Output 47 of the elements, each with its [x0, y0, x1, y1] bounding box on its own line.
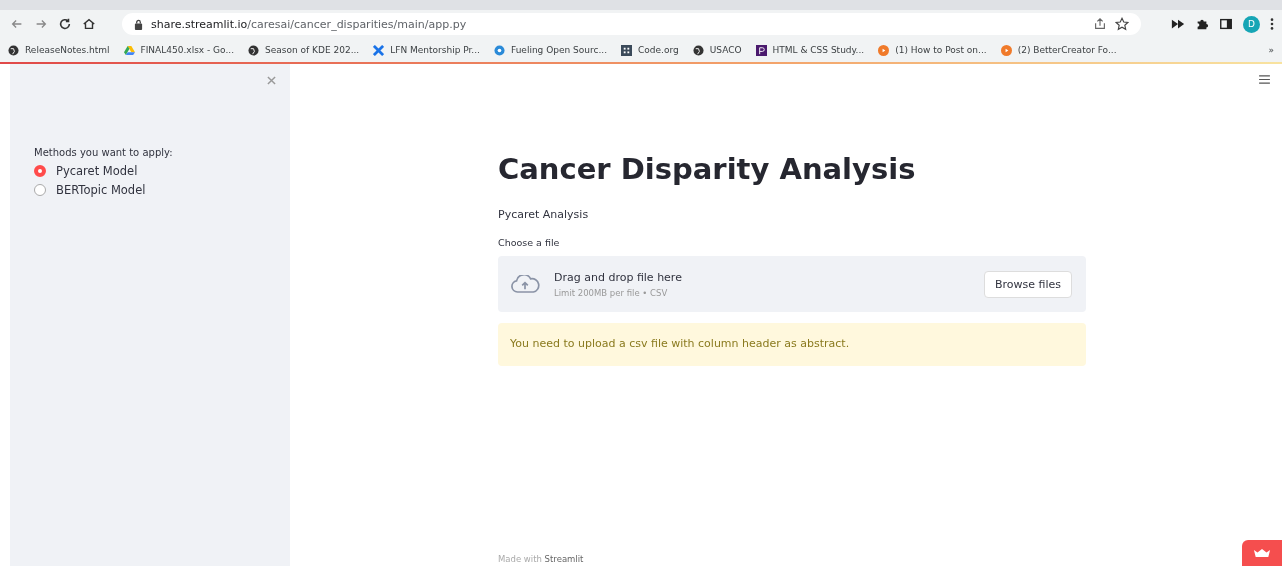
crown-icon: [1253, 547, 1271, 559]
bookmark[interactable]: Code.org: [621, 44, 679, 56]
warning-alert: You need to upload a csv file with column header as abstract.: [498, 323, 1086, 366]
letter-logo-icon: [755, 44, 767, 56]
file-limit-text: Limit 200MB per file • CSV: [554, 287, 669, 298]
uploader-label: Choose a file: [498, 237, 561, 248]
menu-icon[interactable]: [1259, 75, 1270, 84]
bookmark[interactable]: LFN Mentorship Pr...: [373, 44, 480, 56]
bookmark[interactable]: HTML & CSS Study...: [755, 44, 865, 56]
more-bookmarks[interactable]: »: [1268, 45, 1274, 55]
close-icon[interactable]: [267, 76, 276, 85]
circle-logo-icon: [493, 44, 505, 56]
radio-option[interactable]: BERTopic Model: [34, 183, 266, 196]
triangle-logo-icon: [123, 44, 135, 56]
bookmark[interactable]: Season of KDE 202...: [248, 44, 360, 56]
back-icon[interactable]: [10, 17, 24, 31]
puzzle-icon[interactable]: [1195, 17, 1209, 31]
side-panel-icon[interactable]: [1219, 17, 1233, 31]
radio-option[interactable]: Pycaret Model: [34, 164, 266, 177]
star-icon[interactable]: [1115, 17, 1129, 31]
file-dropzone[interactable]: Drag and drop file here Limit 200MB per file • CSV Browse files: [498, 256, 1086, 312]
bookmark[interactable]: ReleaseNotes.html: [8, 44, 110, 56]
drop-instruction: Drag and drop file here: [554, 270, 682, 284]
footer-text: Made with Streamlit: [498, 554, 584, 564]
upload-cloud-icon: [510, 274, 540, 294]
play-icon: [878, 44, 890, 56]
grid-logo-icon: [621, 44, 632, 56]
home-icon[interactable]: [82, 17, 96, 31]
streamlit-badge[interactable]: [1242, 540, 1282, 566]
play-icon: [1000, 44, 1012, 56]
radio-group-label: Methods you want to apply:: [34, 147, 174, 158]
bookmark[interactable]: USACO: [692, 44, 742, 56]
cross-logo-icon: [373, 44, 385, 56]
lock-icon: [134, 18, 143, 30]
share-icon[interactable]: [1093, 17, 1107, 31]
subtitle: Pycaret Analysis: [498, 208, 590, 221]
bookmark[interactable]: Fueling Open Sourc...: [493, 44, 607, 56]
bookmark[interactable]: (2) BetterCreator Fo...: [1000, 44, 1117, 56]
forward-icon[interactable]: [34, 17, 48, 31]
bookmark[interactable]: (1) How to Post on...: [878, 44, 987, 56]
reload-icon[interactable]: [58, 17, 72, 31]
menu-icon[interactable]: [1270, 17, 1274, 31]
browse-files-button[interactable]: Browse files: [983, 270, 1072, 298]
bookmark[interactable]: FINAL450.xlsx - Go...: [123, 44, 235, 56]
address-bar[interactable]: share.streamlit.io/caresai/cancer_disparities/main/app.py: [122, 13, 1141, 35]
page-title: Cancer Disparity Analysis: [498, 152, 917, 186]
fast-forward-icon[interactable]: [1171, 17, 1185, 31]
